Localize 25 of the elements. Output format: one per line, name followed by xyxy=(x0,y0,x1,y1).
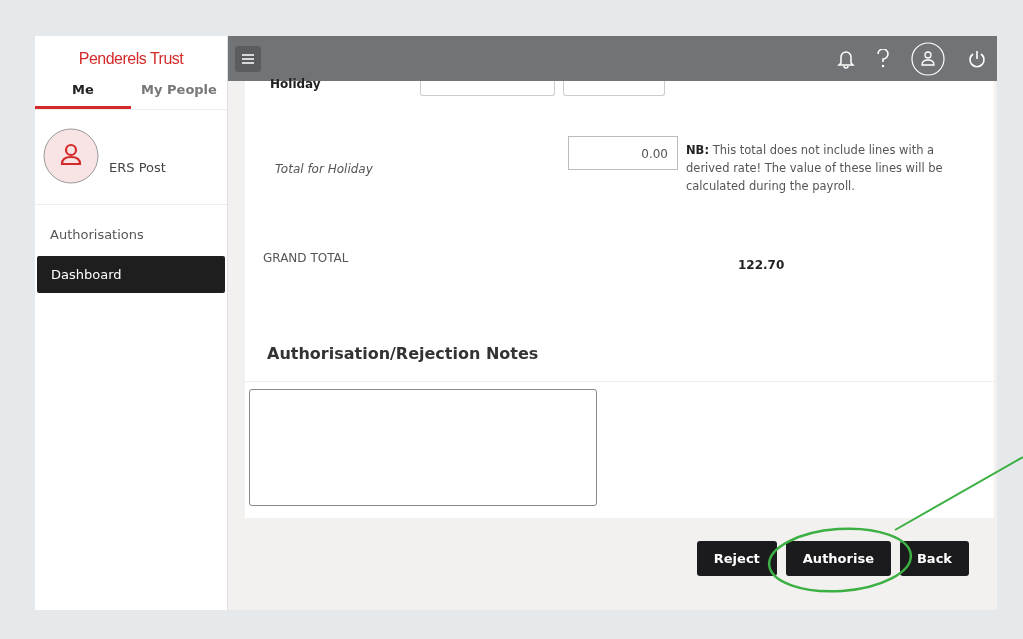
avatar-icon xyxy=(43,128,99,184)
profile-icon[interactable] xyxy=(911,41,945,76)
reject-button[interactable]: Reject xyxy=(696,541,777,576)
tab[interactable]: Me xyxy=(35,74,131,109)
grand-total-label: GRAND TOTAL xyxy=(263,251,350,267)
input-field[interactable] xyxy=(420,81,555,96)
logo: Penderels Trust xyxy=(78,50,184,68)
menu-icon[interactable] xyxy=(235,45,261,72)
bell-icon[interactable] xyxy=(837,48,855,69)
notes-heading: Authorisation/Rejection Notes xyxy=(267,344,540,363)
nav-item[interactable]: Authorisations xyxy=(35,219,227,250)
total-label: Total for Holiday xyxy=(275,162,374,176)
authorise-button[interactable]: Authorise xyxy=(785,541,891,576)
user-name: ERS Post xyxy=(109,159,166,175)
help-icon[interactable] xyxy=(877,48,889,69)
tab[interactable]: My People xyxy=(131,74,227,109)
total-field[interactable]: 0.00 xyxy=(568,136,678,170)
note-text: NB: This total does not include lines with a derived rate! The value of these lines will be calculated during the payroll. xyxy=(686,142,944,195)
input-field[interactable] xyxy=(563,81,665,96)
nav-item[interactable]: Dashboard xyxy=(37,256,225,293)
grand-total-value: 122.70 xyxy=(738,258,785,272)
notes-field[interactable] xyxy=(249,389,597,506)
power-icon[interactable] xyxy=(967,48,987,69)
back-button[interactable]: Back xyxy=(899,541,969,576)
holiday-label: Holiday xyxy=(270,77,322,91)
